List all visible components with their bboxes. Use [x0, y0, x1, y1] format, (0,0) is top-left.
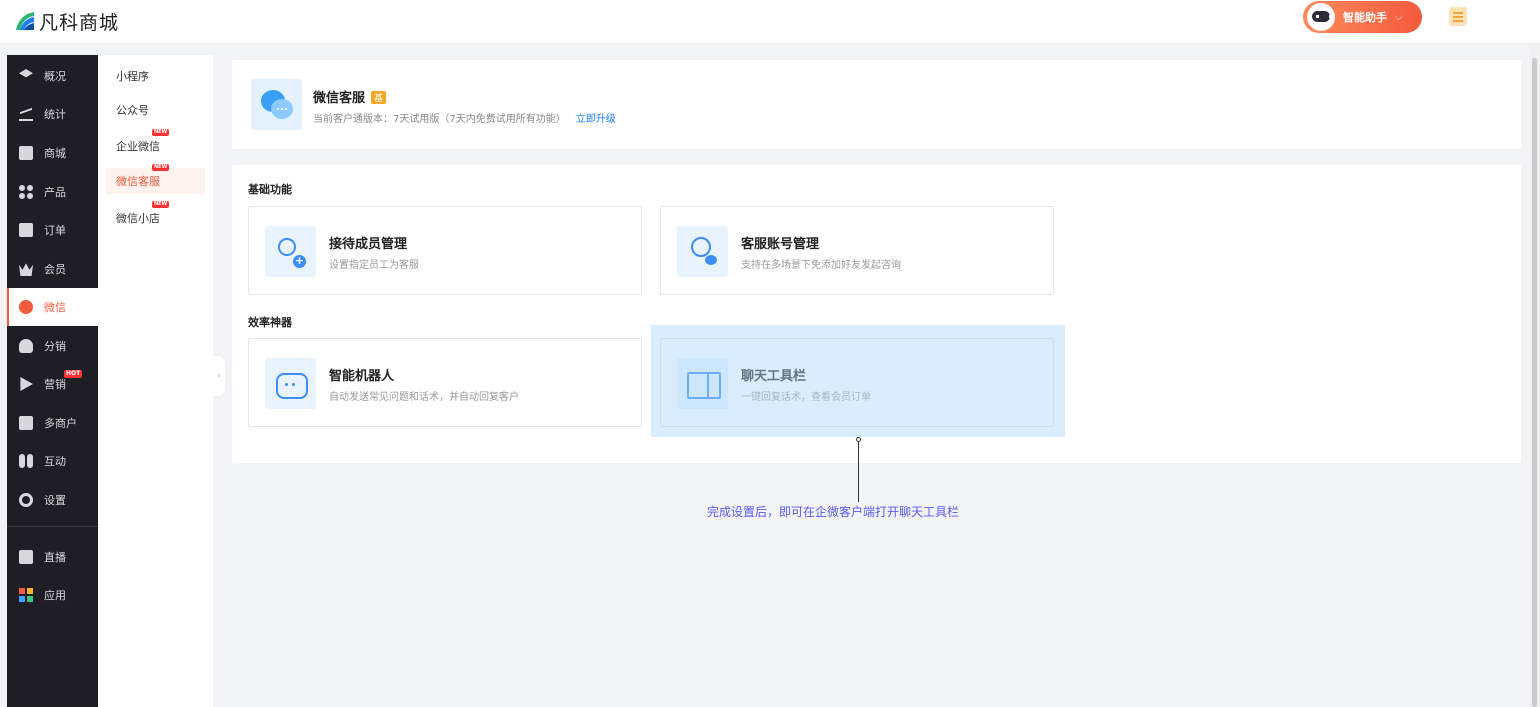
- feature-smart-robot[interactable]: 智能机器人 自动发送常见问题和话术，并自动回复客户: [248, 338, 642, 427]
- logo-mark-icon: [16, 12, 34, 30]
- feature-account-management[interactable]: 客服账号管理 支持在多场景下免添加好友发起咨询: [660, 206, 1054, 295]
- subnav-item-wechat-store[interactable]: 微信小店 NEW: [106, 201, 205, 231]
- sidebar-item-wechat[interactable]: 微信: [7, 288, 98, 326]
- feature-member-management[interactable]: 接待成员管理 设置指定员工为客服: [248, 206, 642, 295]
- feature-title: 智能机器人: [329, 369, 395, 384]
- chevron-down-icon: ⌵: [1395, 11, 1403, 23]
- sidebar-item-marketing[interactable]: 营销 HOT: [7, 365, 98, 403]
- section-title-efficiency: 效率神器: [248, 316, 292, 329]
- feature-desc: 设置指定员工为客服: [329, 260, 419, 271]
- subnav-item-official-account[interactable]: 公众号: [106, 97, 205, 123]
- product-header-card: 微信客服基 当前客户通版本：7天试用版（7天内免费试用所有功能） 立即升级: [232, 60, 1521, 149]
- sidebar-item-label: 直播: [44, 551, 66, 564]
- sidebar-divider: [7, 526, 98, 527]
- smart-assistant-button[interactable]: 智能助手 ⌵: [1303, 1, 1422, 33]
- hot-badge: HOT: [64, 370, 83, 378]
- sidebar-item-label: 微信: [44, 301, 66, 314]
- sidebar-item-label: 订单: [44, 224, 66, 237]
- sidebar-item-label: 分销: [44, 340, 66, 353]
- subnav-item-label: 小程序: [116, 70, 149, 83]
- user-icon: [19, 339, 33, 353]
- sidebar-item-products[interactable]: 产品: [7, 173, 98, 211]
- wechat-subnav: 小程序 公众号 企业微信 NEW 微信客服 NEW 微信小店 NEW: [98, 55, 213, 707]
- page-scrollbar[interactable]: [1529, 44, 1540, 707]
- subnav-item-label: 微信客服: [116, 175, 160, 188]
- grid-icon: [19, 185, 33, 199]
- sidebar-item-orders[interactable]: 订单: [7, 211, 98, 249]
- upgrade-link[interactable]: 立即升级: [576, 114, 616, 125]
- sidebar-item-label: 会员: [44, 263, 66, 276]
- collapse-subnav-button[interactable]: ‹: [213, 356, 225, 396]
- sidebar-item-interaction[interactable]: 互动: [7, 442, 98, 480]
- sidebar-item-label: 设置: [44, 494, 66, 507]
- sidebar-item-settings[interactable]: 设置: [7, 481, 98, 519]
- guide-pointer-line: [858, 442, 859, 502]
- subnav-item-label: 微信小店: [116, 212, 160, 225]
- new-badge: NEW: [152, 164, 170, 171]
- subnav-item-mini-program[interactable]: 小程序: [106, 63, 205, 89]
- sidebar-item-mall[interactable]: 商城: [7, 134, 98, 172]
- version-info: 当前客户通版本：7天试用版（7天内免费试用所有功能） 立即升级: [313, 110, 616, 125]
- guide-tip: 完成设置后，即可在企微客户端打开聊天工具栏: [707, 505, 960, 519]
- sidebar-item-live[interactable]: 直播: [7, 538, 98, 576]
- mail-icon: [19, 146, 33, 160]
- notepad-icon[interactable]: [1449, 7, 1467, 26]
- feature-desc: 自动发送常见问题和话术，并自动回复客户: [329, 392, 519, 403]
- gear-icon: [19, 493, 33, 507]
- assistant-label: 智能助手: [1343, 11, 1387, 24]
- member-add-icon: [265, 226, 316, 277]
- section-title-basic: 基础功能: [248, 183, 292, 196]
- sidebar-item-label: 商城: [44, 147, 66, 160]
- subnav-item-wechat-service[interactable]: 微信客服 NEW: [106, 164, 205, 194]
- chart-icon: [19, 107, 33, 121]
- sidebar-item-label: 营销: [44, 378, 66, 391]
- brand-name: 凡科商城: [39, 11, 120, 34]
- sidebar-item-label: 产品: [44, 186, 66, 199]
- play-icon: [20, 377, 33, 391]
- new-badge: NEW: [152, 201, 170, 208]
- sidebar-item-label: 多商户: [44, 417, 77, 430]
- people-icon: [19, 454, 33, 468]
- page-title-text: 微信客服: [313, 91, 366, 106]
- apps-icon: [19, 588, 33, 602]
- layers-icon: [19, 69, 33, 78]
- sidebar-item-label: 应用: [44, 589, 66, 602]
- feature-desc: 支持在多场景下免添加好友发起咨询: [741, 260, 901, 271]
- sidebar-item-distribution[interactable]: 分销: [7, 327, 98, 365]
- sidebar-item-statistics[interactable]: 统计: [7, 95, 98, 133]
- clipboard-icon: [19, 223, 33, 237]
- subnav-item-wecom[interactable]: 企业微信 NEW: [106, 129, 205, 159]
- robot-avatar-icon: [1307, 3, 1335, 31]
- chat-icon: [19, 300, 33, 314]
- tv-icon: [19, 550, 33, 564]
- sidebar-item-members[interactable]: 会员: [7, 250, 98, 288]
- robot-icon: [265, 358, 316, 409]
- version-tag: 基: [371, 91, 387, 104]
- feature-title: 接待成员管理: [329, 237, 408, 252]
- guide-highlight: [651, 325, 1065, 437]
- wechat-service-icon: [251, 79, 302, 130]
- sidebar-item-label: 互动: [44, 455, 66, 468]
- crown-icon: [19, 263, 33, 276]
- sidebar-item-overview[interactable]: 概况: [7, 57, 98, 95]
- subnav-item-label: 公众号: [116, 104, 149, 117]
- sidebar-item-apps[interactable]: 应用: [7, 576, 98, 614]
- sidebar-item-multi-merchant[interactable]: 多商户: [7, 404, 98, 442]
- sidebar-item-label: 统计: [44, 108, 66, 121]
- feature-title: 客服账号管理: [741, 237, 820, 252]
- version-info-text: 当前客户通版本：7天试用版（7天内免费试用所有功能）: [313, 114, 566, 125]
- main-sidebar: 概况 统计 商城 产品 订单 会员 微信 分销 营销 HOT 多商户 互动 设置 …: [7, 55, 98, 707]
- top-bar: 凡科商城 智能助手 ⌵: [0, 0, 1540, 44]
- store-icon: [19, 416, 33, 430]
- subnav-item-label: 企业微信: [116, 140, 160, 153]
- new-badge: NEW: [152, 129, 170, 136]
- sidebar-item-label: 概况: [44, 70, 66, 83]
- page-title: 微信客服基: [313, 87, 387, 106]
- brand-logo[interactable]: 凡科商城: [14, 8, 119, 34]
- service-account-icon: [677, 226, 728, 277]
